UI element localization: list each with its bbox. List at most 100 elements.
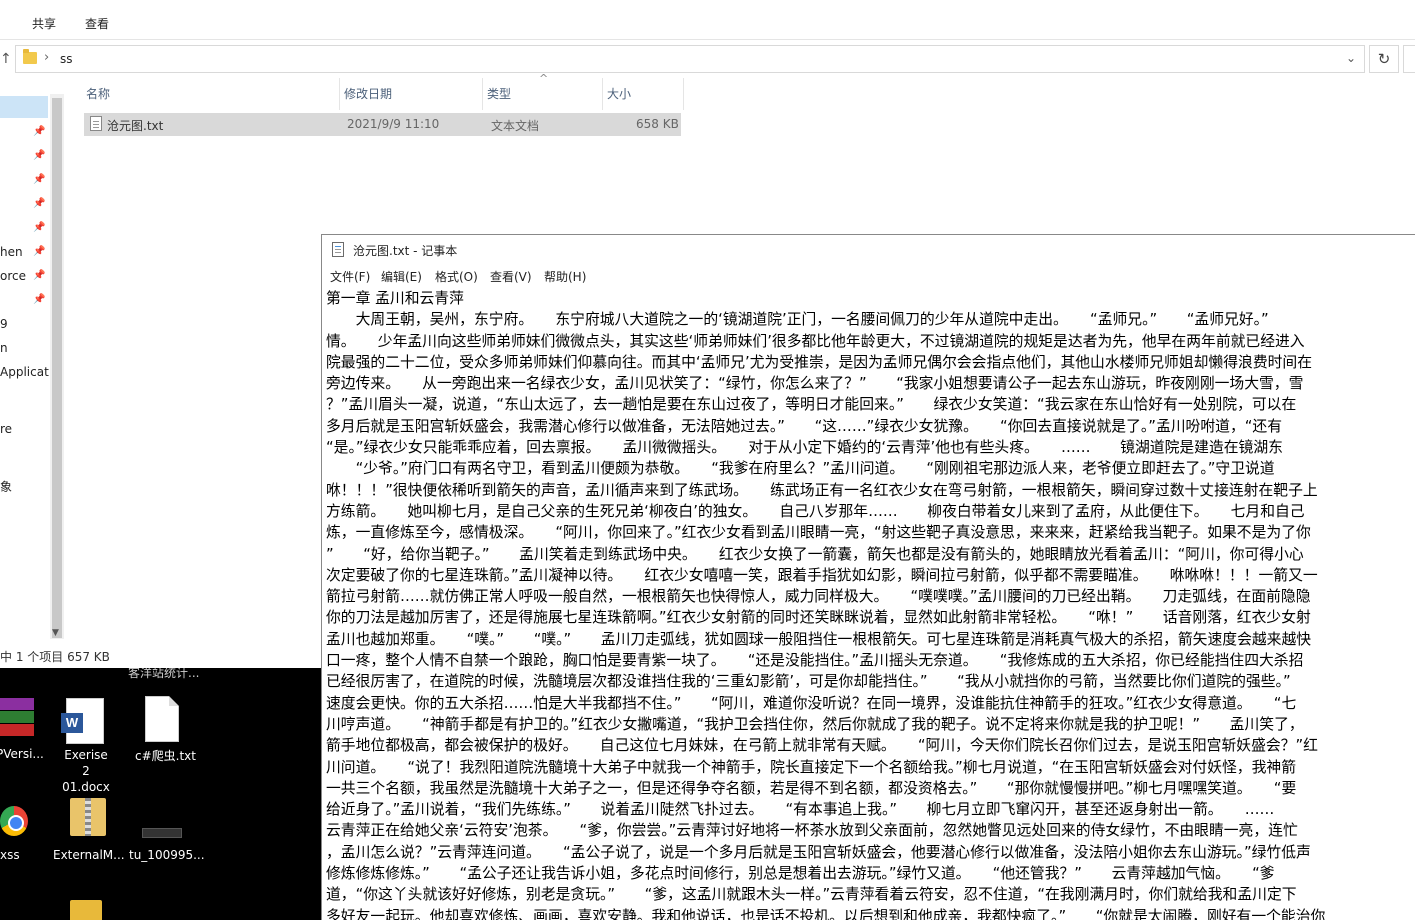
scroll-down-icon[interactable]: ▼ (52, 628, 59, 638)
text-line: 你的刀法是越加厉害了，还是得施展七星连珠箭啊。”红衣少女射箭的同时还笑眯眯说着，… (326, 609, 1311, 627)
notepad-title-bar[interactable]: 沧元图.txt - 记事本 (322, 235, 1415, 265)
ribbon-tab-share[interactable]: 共享 (32, 15, 56, 32)
pin-icon: 📌 (33, 174, 46, 185)
desktop-icon-label[interactable]: xss (0, 848, 20, 862)
text-line: 给近身了。”孟川说着，“我们先练练。” 说着孟川陡然飞扑过去。 “有本事追上我。… (326, 801, 1275, 819)
pin-icon: 📌 (33, 270, 46, 281)
menu-file[interactable]: 文件(F) (330, 268, 370, 285)
text-line: 次定要破了你的七星连珠箭。”孟川凝神以待。 红衣少女嘻嘻一笑，跟着手指犹如幻影，… (326, 566, 1318, 584)
text-line: 修炼修炼修炼。” “孟公子还让我告诉小姐，多花点时间修行，别总是想着出去游玩。”… (326, 865, 1275, 883)
pin-icon: 📌 (33, 198, 46, 209)
text-line: 箭拉弓射箭……就仿佛正常人呼吸一般自然，一根根箭矢也快得惊人，威力同样极大。 “… (326, 588, 1311, 606)
nav-item[interactable]: 象 (0, 478, 12, 495)
menu-help[interactable]: 帮助(H) (544, 268, 586, 285)
address-row: ↑ › ss ⌄ ↻ (0, 41, 1415, 77)
address-path[interactable]: ss (60, 52, 73, 66)
text-line: 箭手地位都极高，都会被保护的极好。 自己这位七月妹妹，在弓箭上就非常有天赋。 “… (326, 737, 1318, 755)
text-line: 已经很厉害了，在道院的时候，洗髓境层次都没谁挡住我的‘三重幻影箭’，可是你却能挡… (326, 673, 1291, 691)
desktop-icon-label: 客洋站统计... (128, 668, 200, 680)
nav-scrollbar-thumb[interactable] (52, 98, 62, 638)
status-text: 选中 1 个项目 657 KB (0, 650, 110, 664)
text-line: 旁边传来。 从一旁跑出来一名绿衣少女，孟川见状笑了：“绿竹，你怎么来了？” “我… (326, 375, 1304, 393)
text-line: 情。 少年孟川向这些师弟师妹们微微点头，其实这些‘师弟师妹们’很多都比他年龄更大… (326, 332, 1305, 350)
column-header-name[interactable]: 名称 (82, 78, 340, 110)
menu-bar: 文件(F) 编辑(E) 格式(O) 查看(V) 帮助(H) (322, 265, 1415, 287)
desktop-icon-label[interactable]: PVersi... (0, 747, 44, 761)
ribbon-tab-view[interactable]: 查看 (85, 15, 109, 32)
text-file-icon[interactable] (145, 696, 179, 742)
menu-edit[interactable]: 编辑(E) (381, 268, 422, 285)
text-line: ” “好，给你当靶子。” 孟川笑着走到练武场中央。 红衣少女换了一箭囊，箭矢也都… (326, 545, 1304, 563)
search-box[interactable] (1403, 45, 1415, 73)
folder-icon[interactable] (70, 900, 102, 920)
text-line: 多月后就是玉阳宫斩妖盛会，我需潜心修行以做准备，无法陪她过去。” “这……”绿衣… (326, 417, 1283, 435)
image-file-icon[interactable] (142, 828, 182, 838)
pin-icon: 📌 (33, 150, 46, 161)
folder-icon (23, 49, 37, 64)
text-file-icon (90, 116, 102, 131)
chrome-icon[interactable] (0, 806, 28, 836)
nav-item[interactable]: hen (0, 245, 23, 259)
nav-item[interactable]: Applicat (0, 365, 49, 379)
nav-item[interactable]: n (0, 341, 8, 355)
text-line: “少爷。”府门口有两名守卫，看到孟川便颇为恭敬。 “我爹在府里么？”孟川问道。 … (326, 460, 1275, 478)
sort-caret-icon: ^ (539, 72, 549, 85)
desktop-icon-label[interactable]: c#爬虫.txt (135, 747, 196, 764)
file-type: 文本文档 (491, 119, 540, 133)
table-row[interactable]: 沧元图.txt 2021/9/9 11:10 文本文档 658 KB (84, 113, 681, 136)
pin-icon: 📌 (33, 294, 46, 305)
refresh-button[interactable]: ↻ (1369, 45, 1399, 73)
column-header-size[interactable]: 大小 (603, 78, 684, 110)
text-line: ？”孟川眉头一凝，说道，“东山太远了，去一趟怕是要在东山过夜了，等明日才能回来。… (326, 396, 1297, 414)
menu-format[interactable]: 格式(O) (435, 268, 478, 285)
notepad-window: 沧元图.txt - 记事本 文件(F) 编辑(E) 格式(O) 查看(V) 帮助… (321, 234, 1415, 920)
text-line: 道，“你这丫头就该好好修炼，别老是贪玩。” “爹，这孟川就跟木头一样。”云青萍看… (326, 886, 1297, 904)
text-line: 咻！！！”很快便依稀听到箭矢的声音，孟川循声来到了练武场。 练武场正有一名红衣少… (326, 481, 1318, 499)
text-editor-area[interactable]: 第一章 孟川和云青萍 大周王朝，吴州，东宁府。 东宁府城八大道院之一的‘镜湖道院… (326, 288, 1415, 920)
text-line: 院最强的二十二位，受众多师弟师妹们仰慕向往。而其中‘孟师兄’尤为受推崇，是因为孟… (326, 353, 1313, 371)
text-line: ，孟川怎么说？”云青萍连问道。 “孟公子说了，说是一个多月后就是玉阳宫斩妖盛会，… (326, 843, 1311, 861)
status-bar: 选中 1 个项目 657 KB (0, 646, 320, 666)
desktop: 客洋站统计... PVersi... W Exerise 2 01.docx c… (0, 668, 322, 920)
winrar-icon[interactable] (0, 698, 34, 738)
text-line: 大周王朝，吴州，东宁府。 东宁府城八大道院之一的‘镜湖道院’正门，一名腰间佩刀的… (326, 311, 1269, 329)
word-document-icon[interactable]: W (61, 698, 104, 744)
desktop-icon-label[interactable]: ExternalM... (53, 848, 125, 862)
window-title: 沧元图.txt - 记事本 (353, 244, 458, 258)
file-size: 658 KB (636, 117, 679, 131)
ribbon: 共享 查看 (0, 0, 1415, 40)
refresh-icon: ↻ (1377, 50, 1391, 68)
text-line: 速度会更快。你的五大杀招……怕是大半我都挡不住。” “阿川，难道你没听说？在同一… (326, 694, 1297, 712)
file-modified: 2021/9/9 11:10 (347, 117, 440, 131)
chevron-down-icon[interactable]: ⌄ (1346, 51, 1356, 65)
text-line: 孟川也越加郑重。 “噗。” “噗。” 孟川刀走弧线，犹如圆球一般阻挡住一根根箭矢… (326, 630, 1312, 648)
text-line: 第一章 孟川和云青萍 (326, 290, 464, 307)
nav-item[interactable]: orce (0, 269, 26, 283)
file-name[interactable]: 沧元图.txt (107, 117, 163, 134)
text-line: 口一疼，整个人情不自禁一个踉跄，胸口怕是要青紫一块了。 “还是没能挡住。”孟川摇… (326, 652, 1304, 670)
column-headers: 名称 修改日期 类型 大小 ^ (82, 72, 684, 110)
pin-icon: 📌 (33, 222, 46, 233)
nav-selected-item[interactable] (0, 96, 48, 118)
nav-item[interactable]: re (0, 422, 12, 436)
text-line: 川问道。 “说了！我烈阳道院洗髓境十大弟子中就我一个神箭手，院长直接定下一个名额… (326, 758, 1297, 776)
text-line: “是。”绿衣少女只能乖乖应着，回去禀报。 孟川微微摇头。 对于从小定下婚约的‘云… (326, 439, 1283, 457)
chevron-right-icon[interactable]: › (44, 50, 49, 65)
column-header-modified[interactable]: 修改日期 (340, 78, 483, 110)
pin-icon: 📌 (33, 246, 46, 257)
menu-view[interactable]: 查看(V) (490, 268, 532, 285)
desktop-icon-label[interactable]: tu_100995... (129, 848, 205, 862)
text-line: 云青萍正在给她父亲‘云符安’泡茶。 “爹，你尝尝。”云青萍讨好地将一杯茶水放到父… (326, 822, 1298, 840)
text-line: 一共三个名额，我虽然是洗髓境十大弟子之一，但是还得争夺名额，若是得不到名额，都没… (326, 779, 1297, 797)
nav-item[interactable]: 9 (0, 317, 8, 331)
text-line: 多好友一起玩。他却喜欢修炼、画画，喜欢安静。我和他说话，也是话不投机。以后想到和… (326, 907, 1326, 920)
desktop-icon-label[interactable]: Exerise 2 01.docx (60, 747, 112, 795)
text-line: 川哼声道。 “神箭手都是有护卫的。”红衣少女撇嘴道，“我护卫会挡住你，然后你就成… (326, 715, 1304, 733)
zip-folder-icon[interactable] (70, 798, 106, 836)
address-bar[interactable]: › ss ⌄ (15, 45, 1365, 73)
up-arrow-icon[interactable]: ↑ (0, 51, 12, 67)
text-line: 炼，一直修炼至今，感情极深。 “阿川，你回来了。”红衣少女看到孟川眼睛一亮，“射… (326, 524, 1311, 542)
text-line: 方练箭。 她叫柳七月，是自己父亲的生死兄弟‘柳夜白’的独女。 自己八岁那年…… … (326, 502, 1305, 520)
notepad-icon (332, 242, 344, 257)
pin-icon: 📌 (33, 126, 46, 137)
